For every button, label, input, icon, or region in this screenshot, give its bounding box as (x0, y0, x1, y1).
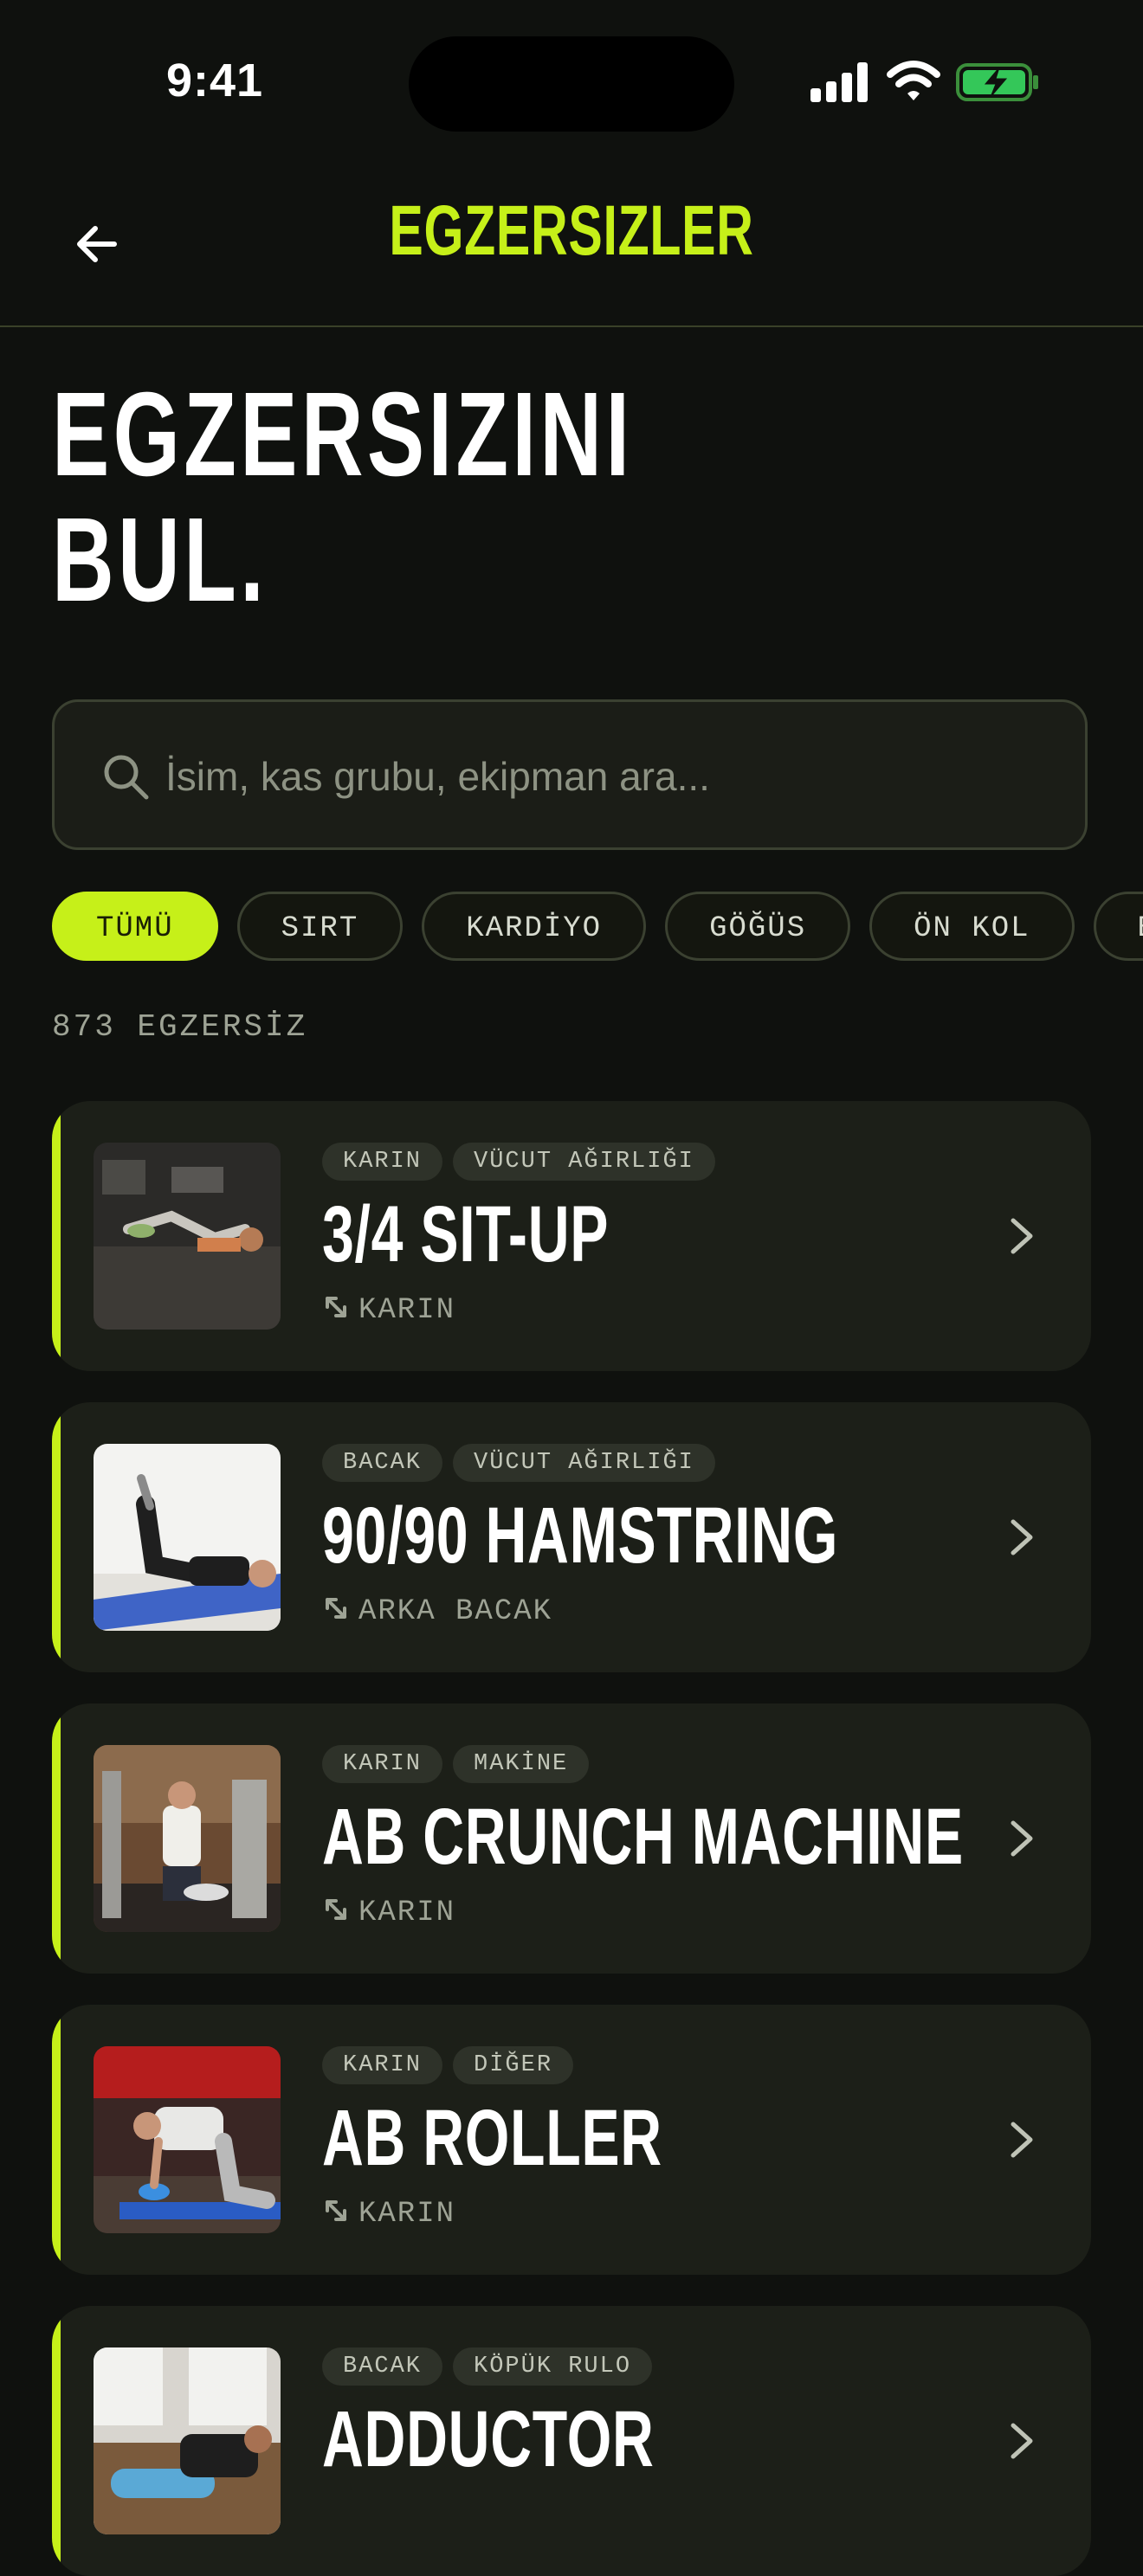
filter-chip[interactable]: GÖĞÜS (665, 892, 851, 961)
exercise-muscle-label: KARIN (358, 1294, 456, 1327)
target-muscle-icon (326, 2200, 346, 2221)
exercise-tags: BACAK KÖPÜK RULO (322, 2347, 662, 2386)
exercise-thumbnail (94, 1444, 281, 1631)
page-heading: EGZERSIZINI BUL. (52, 372, 633, 623)
filter-chip[interactable]: KARDİYO (422, 892, 647, 961)
chevron-right-icon[interactable] (1001, 2413, 1043, 2469)
exercise-thumbnail (94, 2347, 281, 2534)
status-bar: 9:41 (0, 0, 1143, 147)
nav-title: EGZERSIZLER (389, 191, 754, 270)
dynamic-island (409, 36, 734, 132)
exercise-name: AB CRUNCH MACHINE (322, 1793, 964, 1881)
exercise-tag: KARIN (322, 1143, 443, 1181)
exercise-tags: BACAK VÜCUT AĞIRLIĞI (322, 1444, 726, 1482)
exercise-name: AB ROLLER (322, 2094, 662, 2182)
exercise-tag: KÖPÜK RULO (453, 2347, 653, 2386)
search-box[interactable] (52, 699, 1088, 850)
chevron-right-icon[interactable] (1001, 1208, 1043, 1264)
exercise-tag: VÜCUT AĞIRLIĞI (453, 1143, 715, 1181)
cellular-signal-icon (810, 62, 868, 102)
status-time: 9:41 (166, 55, 264, 106)
search-input[interactable] (164, 737, 1033, 816)
exercise-name: ADDUCTOR (322, 2395, 655, 2483)
battery-charging-icon (956, 63, 1038, 101)
target-muscle-icon (326, 1598, 346, 1619)
exercise-muscle-label: KARIN (358, 2198, 456, 2231)
back-arrow-icon[interactable] (69, 216, 125, 272)
chevron-right-icon[interactable] (1001, 2112, 1043, 2167)
exercise-muscle: KARIN (322, 1291, 455, 1330)
exercise-tag: DİĞER (453, 2046, 574, 2084)
exercise-card[interactable]: KARIN VÜCUT AĞIRLIĞI 3/4 SIT-UP KARIN (52, 1101, 1091, 1371)
exercise-muscle-label: ARKA BACAK (358, 1595, 553, 1628)
exercise-tag: BACAK (322, 1444, 443, 1482)
filter-chip[interactable]: B (1093, 892, 1143, 961)
exercise-card[interactable]: BACAK KÖPÜK RULO ADDUCTOR (52, 2306, 1091, 2576)
exercise-muscle-label: KARIN (358, 1897, 456, 1929)
wifi-icon (887, 61, 940, 100)
exercise-tags: KARIN MAKİNE (322, 1745, 599, 1783)
exercise-card[interactable]: BACAK VÜCUT AĞIRLIĞI 90/90 HAMSTRING ARKA B… (52, 1402, 1091, 1672)
chevron-right-icon[interactable] (1001, 1510, 1043, 1565)
exercise-count: 873 EGZERSİZ (52, 1009, 308, 1045)
exercise-card[interactable]: KARIN DİĞER AB ROLLER KARIN (52, 2005, 1091, 2275)
target-muscle-icon (326, 1297, 346, 1317)
exercise-muscle: KARIN (322, 2195, 455, 2233)
exercise-thumbnail (94, 1143, 281, 1330)
target-muscle-icon (326, 1899, 346, 1920)
exercise-thumbnail (94, 2046, 281, 2233)
nav-bar: EGZERSIZLER (0, 147, 1143, 327)
filter-chip[interactable]: TÜMÜ (52, 892, 218, 961)
exercise-muscle: ARKA BACAK (322, 1593, 552, 1631)
heading-line-1: EGZERSIZINI (52, 368, 634, 501)
exercise-tag: MAKİNE (453, 1745, 590, 1783)
exercise-thumbnail (94, 1745, 281, 1932)
exercise-tags: KARIN DİĞER (322, 2046, 584, 2084)
exercise-muscle: KARIN (322, 1894, 455, 1932)
exercise-name: 90/90 HAMSTRING (322, 1491, 839, 1580)
exercise-tag: BACAK (322, 2347, 443, 2386)
exercise-card[interactable]: KARIN MAKİNE AB CRUNCH MACHINE KARIN (52, 1703, 1091, 1974)
search-icon (104, 755, 149, 800)
exercise-name: 3/4 SIT-UP (322, 1190, 610, 1278)
filter-chip[interactable]: ÖN KOL (869, 892, 1075, 961)
exercise-tag: VÜCUT AĞIRLIĞI (453, 1444, 715, 1482)
exercise-tag: KARIN (322, 1745, 443, 1783)
exercise-tags: KARIN VÜCUT AĞIRLIĞI (322, 1143, 726, 1181)
exercise-tag: KARIN (322, 2046, 443, 2084)
chevron-right-icon[interactable] (1001, 1811, 1043, 1866)
filter-chips: TÜMÜ SIRT KARDİYO GÖĞÜS ÖN KOL B (52, 892, 1143, 966)
filter-chip[interactable]: SIRT (236, 892, 404, 961)
heading-line-2: BUL. (52, 493, 268, 627)
